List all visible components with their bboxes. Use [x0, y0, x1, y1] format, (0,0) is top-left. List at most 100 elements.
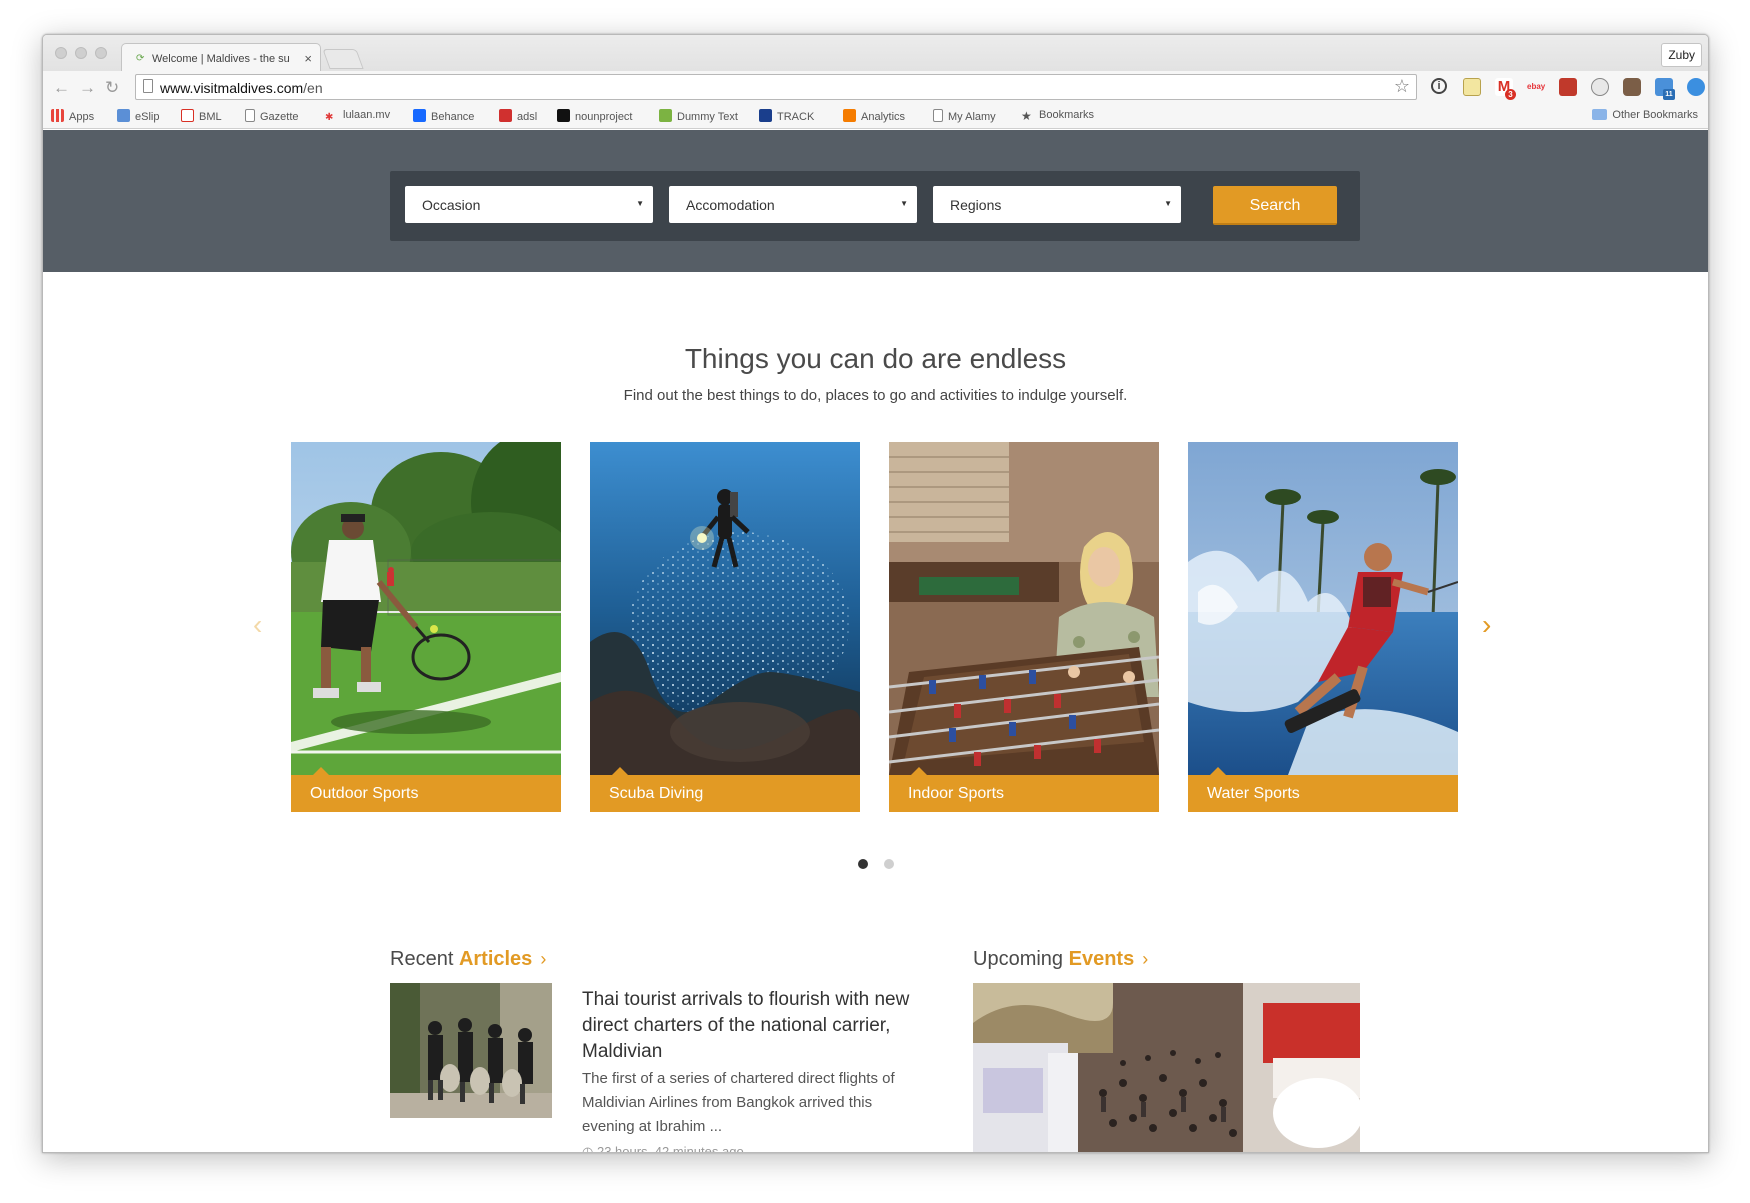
section-subtitle: Find out the best things to do, places t… — [623, 387, 1128, 404]
bookmark-other[interactable]: Other Bookmarks — [1592, 109, 1698, 121]
lulaan-icon: ✱ — [325, 112, 334, 123]
twitter-badge: 11 — [1663, 89, 1675, 100]
url-host: www.visitmaldives.com — [160, 80, 304, 96]
web-page: Occasion ▼ Accomodation ▼ Regions ▼ Sear… — [43, 130, 1708, 1153]
article-thumbnail[interactable] — [390, 983, 552, 1118]
back-arrow-icon[interactable]: ← — [53, 78, 70, 98]
notes-icon[interactable] — [1463, 78, 1481, 96]
bookmark-behance[interactable]: Behance — [413, 109, 474, 123]
noun-icon — [557, 109, 570, 122]
bookmark-adsl[interactable]: adsl — [499, 109, 537, 123]
bookmark-bookmarks[interactable]: ★ Bookmarks — [1021, 109, 1094, 123]
article-timestamp: ◷ 23 hours, 42 minutes ago — [582, 1144, 744, 1153]
card-notch — [612, 767, 628, 775]
bookmark-gazette[interactable]: Gazette — [245, 109, 299, 123]
bookmarks-bar: Apps eSlip BML Gazette ✱ lulaan.mv Behanc… — [43, 103, 1708, 129]
analytics-icon — [843, 109, 856, 122]
search-panel: Occasion ▼ Accomodation ▼ Regions ▼ Sear… — [390, 171, 1360, 241]
forward-arrow-icon[interactable]: → — [79, 78, 96, 98]
card-label: Indoor Sports — [889, 775, 1159, 812]
caret-down-icon: ▼ — [900, 199, 908, 208]
bookmark-apps[interactable]: Apps — [51, 109, 94, 123]
star-icon: ★ — [1021, 109, 1032, 123]
water-sports-photo — [1188, 442, 1458, 775]
bookmark-lulaan[interactable]: ✱ lulaan.mv — [325, 109, 390, 125]
new-tab-button[interactable] — [322, 49, 364, 69]
outdoor-sports-photo — [291, 442, 561, 775]
bookmark-bml[interactable]: BML — [181, 109, 222, 123]
track-icon — [759, 109, 772, 122]
gmail-badge: 3 — [1505, 89, 1516, 100]
browser-tab[interactable]: ⟳ Welcome | Maldives - the su × — [121, 43, 321, 71]
carousel-dot-2[interactable] — [884, 859, 894, 869]
card-notch — [1210, 767, 1226, 775]
bookmark-my-alamy[interactable]: My Alamy — [933, 109, 996, 123]
bookmark-track[interactable]: TRACK — [759, 109, 814, 123]
activity-card-indoor-sports[interactable]: Indoor Sports — [889, 442, 1159, 812]
activity-card-water-sports[interactable]: Water Sports — [1188, 442, 1458, 812]
shazam-icon[interactable] — [1687, 78, 1705, 96]
bookmark-dummy-text[interactable]: Dummy Text — [659, 109, 738, 123]
instagram-icon[interactable] — [1623, 78, 1641, 96]
tab-strip: ⟳ Welcome | Maldives - the su × Zuby — [43, 35, 1708, 71]
regions-select[interactable]: Regions ▼ — [933, 186, 1181, 223]
activity-card-outdoor-sports[interactable]: Outdoor Sports — [291, 442, 561, 812]
eslip-icon — [117, 109, 130, 122]
card-label: Scuba Diving — [590, 775, 860, 812]
chevron-right-icon: › — [1142, 949, 1149, 969]
apps-grid-icon — [51, 109, 64, 122]
adsl-icon — [499, 109, 512, 122]
article-excerpt: The first of a series of chartered direc… — [582, 1070, 895, 1135]
red-book-icon[interactable] — [1559, 78, 1577, 96]
section-title: Things you can do are endless — [684, 343, 1067, 374]
address-bar[interactable]: www.visitmaldives.com/en ☆ — [135, 74, 1417, 100]
card-notch — [313, 767, 329, 775]
tab-title: Welcome | Maldives - the su — [152, 53, 290, 65]
upcoming-events-heading[interactable]: Upcoming Events › — [973, 948, 1148, 971]
card-notch — [911, 767, 927, 775]
page-icon — [933, 109, 943, 122]
reload-icon[interactable]: ↻ — [105, 78, 119, 98]
profile-button[interactable]: Zuby — [1661, 43, 1702, 67]
folder-icon — [1592, 109, 1608, 120]
clock-icon: ◷ — [582, 1144, 597, 1153]
card-label: Outdoor Sports — [291, 775, 561, 812]
dummy-text-icon — [659, 109, 672, 122]
carousel-prev-icon[interactable]: ‹ — [253, 611, 262, 639]
chevron-right-icon: › — [540, 949, 547, 969]
hero-band: Occasion ▼ Accomodation ▼ Regions ▼ Sear… — [43, 130, 1708, 272]
bookmark-analytics[interactable]: Analytics — [843, 109, 905, 123]
bookmark-nounproject[interactable]: nounproject — [557, 109, 633, 123]
caret-down-icon: ▼ — [636, 199, 644, 208]
caret-down-icon: ▼ — [1164, 199, 1172, 208]
search-button[interactable]: Search — [1213, 186, 1337, 225]
card-label: Water Sports — [1188, 775, 1458, 812]
carousel-next-icon[interactable]: › — [1482, 611, 1491, 639]
url-path: /en — [303, 80, 323, 96]
indoor-sports-photo — [889, 442, 1159, 775]
close-window-button[interactable] — [55, 47, 67, 59]
page-icon — [245, 109, 255, 122]
browser-window: ⟳ Welcome | Maldives - the su × Zuby ← →… — [42, 34, 1709, 1153]
onepassword-icon[interactable]: i — [1431, 78, 1447, 94]
site-favicon-icon: ⟳ — [136, 53, 145, 64]
minimize-window-button[interactable] — [75, 47, 87, 59]
ebay-icon[interactable]: ebay — [1527, 78, 1545, 96]
scuba-diving-photo — [590, 442, 860, 775]
page-icon — [143, 79, 153, 93]
bookmark-star-icon[interactable]: ☆ — [1394, 76, 1410, 97]
behance-icon — [413, 109, 426, 122]
close-tab-icon[interactable]: × — [304, 51, 312, 66]
carousel-dot-1[interactable] — [858, 859, 868, 869]
zoom-window-button[interactable] — [95, 47, 107, 59]
recent-articles-heading[interactable]: Recent Articles › — [390, 948, 546, 971]
activity-card-scuba-diving[interactable]: Scuba Diving — [590, 442, 860, 812]
bml-icon — [181, 109, 194, 122]
occasion-select[interactable]: Occasion ▼ — [405, 186, 653, 223]
bookmark-eslip[interactable]: eSlip — [117, 109, 159, 123]
event-photo[interactable] — [973, 983, 1360, 1152]
cloud-icon[interactable] — [1591, 78, 1609, 96]
browser-toolbar: ← → ↻ www.visitmaldives.com/en ☆ i M 3 e… — [43, 71, 1708, 103]
article-title[interactable]: Thai tourist arrivals to flourish with n… — [582, 987, 927, 1065]
accommodation-select[interactable]: Accomodation ▼ — [669, 186, 917, 223]
